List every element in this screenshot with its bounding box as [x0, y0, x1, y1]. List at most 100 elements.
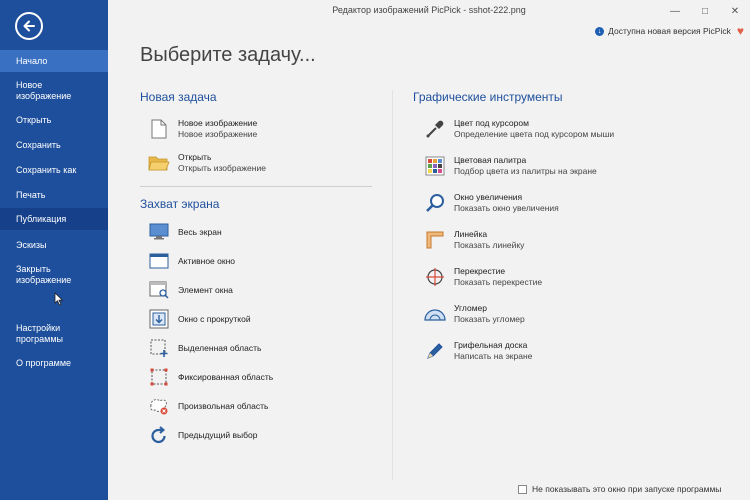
update-available-link[interactable]: ↓ Доступна новая версия PicPick ♥ [595, 24, 744, 38]
monitor-icon [148, 221, 170, 243]
capture-fullscreen[interactable]: Весь экран [148, 221, 222, 243]
eyedropper-icon [424, 118, 446, 140]
sidebar-item-print[interactable]: Печать [0, 190, 108, 201]
sidebar: Начало Новое изображение Открыть Сохрани… [0, 0, 108, 500]
window-controls: — □ ✕ [660, 0, 750, 22]
sidebar-item-home[interactable]: Начало [0, 50, 108, 72]
page-title: Выберите задачу... [140, 44, 316, 66]
ruler-icon [424, 229, 446, 251]
new-image-task[interactable]: Новое изображение Новое изображение [148, 118, 257, 140]
sidebar-item-label: Начало [16, 56, 48, 66]
task-label: Произвольная область [178, 400, 269, 411]
sidebar-item-label: Открыть [16, 115, 52, 125]
heart-icon[interactable]: ♥ [737, 24, 744, 38]
task-description: Показать угломер [454, 314, 525, 324]
region-select-icon [148, 337, 170, 359]
protractor-icon [424, 303, 446, 325]
capture-heading: Захват экрана [140, 197, 220, 211]
tools-heading: Графические инструменты [413, 90, 563, 104]
dont-show-label: Не показывать это окно при запуске прогр… [532, 484, 722, 494]
task-description: Показать линейку [454, 240, 525, 250]
color-palette-icon [424, 155, 446, 177]
tool-whiteboard[interactable]: Грифельная доска Написать на экране [424, 340, 532, 362]
tool-color-picker[interactable]: Цвет под курсором Определение цвета под … [424, 118, 614, 140]
download-icon: ↓ [595, 26, 605, 36]
tool-color-palette[interactable]: Цветовая палитра Подбор цвета из палитры… [424, 155, 597, 177]
window-element-icon [148, 279, 170, 301]
sidebar-item-thumbnails[interactable]: Эскизы [0, 240, 108, 251]
sidebar-item-save-as[interactable]: Сохранить как [0, 165, 108, 176]
sidebar-item-settings[interactable]: Настройки программы [0, 323, 108, 345]
scrolling-window-icon [148, 308, 170, 330]
fixed-region-icon [148, 366, 170, 388]
task-description: Показать перекрестие [454, 277, 543, 287]
task-label: Угломер [454, 303, 488, 313]
maximize-button[interactable]: □ [690, 0, 720, 22]
sidebar-item-label: Новое изображение [16, 80, 72, 101]
task-description: Новое изображение [178, 129, 258, 139]
sidebar-item-label: Эскизы [16, 240, 47, 250]
tool-crosshair[interactable]: Перекрестие Показать перекрестие [424, 266, 542, 288]
tool-magnifier[interactable]: Окно увеличения Показать окно увеличения [424, 192, 559, 214]
task-label: Окно увеличения [454, 192, 523, 202]
sidebar-item-label: Сохранить как [16, 165, 77, 175]
task-label: Линейка [454, 229, 488, 239]
capture-active-window[interactable]: Активное окно [148, 250, 235, 272]
task-label: Активное окно [178, 255, 236, 266]
capture-scrolling-window[interactable]: Окно с прокруткой [148, 308, 251, 330]
open-task[interactable]: Открыть Открыть изображение [148, 152, 266, 174]
column-divider [392, 90, 393, 480]
sidebar-item-label: Публикация [16, 214, 67, 224]
sidebar-item-close-image[interactable]: Закрыть изображение [0, 264, 108, 286]
sidebar-item-new-image[interactable]: Новое изображение [0, 80, 108, 102]
task-label: Элемент окна [178, 284, 233, 295]
capture-fixed-region[interactable]: Фиксированная область [148, 366, 273, 388]
sidebar-item-about[interactable]: О программе [0, 358, 108, 369]
close-button[interactable]: ✕ [720, 0, 750, 22]
task-description: Написать на экране [454, 351, 533, 361]
task-label: Выделенная область [178, 342, 262, 353]
sidebar-item-label: Закрыть изображение [16, 264, 72, 285]
close-icon: ✕ [730, 5, 740, 17]
sidebar-item-open[interactable]: Открыть [0, 115, 108, 126]
dont-show-checkbox[interactable] [518, 484, 527, 494]
folder-open-icon [148, 152, 170, 174]
capture-window-element[interactable]: Элемент окна [148, 279, 233, 301]
section-divider [140, 186, 372, 187]
task-label: Окно с прокруткой [178, 313, 251, 324]
task-label: Предыдущий выбор [178, 429, 258, 440]
back-button[interactable] [15, 12, 43, 40]
task-label: Фиксированная область [178, 371, 274, 382]
window-title: Редактор изображений PicPick - sshot-222… [332, 5, 526, 15]
dont-show-on-startup[interactable]: Не показывать это окно при запуске прогр… [518, 484, 721, 494]
task-description: Подбор цвета из палитры на экране [454, 166, 597, 176]
task-label: Цвет под курсором [454, 118, 529, 128]
task-label: Цветовая палитра [454, 155, 527, 165]
tool-protractor[interactable]: Угломер Показать угломер [424, 303, 525, 325]
task-description: Показать окно увеличения [454, 203, 559, 213]
sidebar-item-label: Сохранить [16, 140, 61, 150]
minimize-button[interactable]: — [660, 0, 690, 22]
task-label: Перекрестие [454, 266, 506, 276]
tool-ruler[interactable]: Линейка Показать линейку [424, 229, 524, 251]
minimize-icon: — [670, 5, 680, 17]
repeat-icon [148, 424, 170, 446]
pen-icon [424, 340, 446, 362]
update-link-label: Доступна новая версия PicPick [608, 26, 731, 36]
sidebar-item-label: Настройки программы [16, 323, 64, 344]
mouse-cursor-icon [54, 292, 64, 306]
arrow-left-icon [23, 20, 35, 32]
capture-selected-region[interactable]: Выделенная область [148, 337, 261, 359]
freehand-region-icon [148, 395, 170, 417]
sidebar-item-label: О программе [16, 358, 72, 368]
task-description: Определение цвета под курсором мыши [454, 129, 615, 139]
sidebar-item-publish[interactable]: Публикация [0, 208, 108, 230]
capture-previous-selection[interactable]: Предыдущий выбор [148, 424, 257, 446]
task-label: Грифельная доска [454, 340, 528, 350]
sidebar-item-save[interactable]: Сохранить [0, 140, 108, 151]
task-label: Новое изображение [178, 118, 258, 128]
new-task-heading: Новая задача [140, 90, 217, 104]
magnifier-icon [424, 192, 446, 214]
task-label: Открыть [178, 152, 212, 162]
capture-freehand-region[interactable]: Произвольная область [148, 395, 268, 417]
